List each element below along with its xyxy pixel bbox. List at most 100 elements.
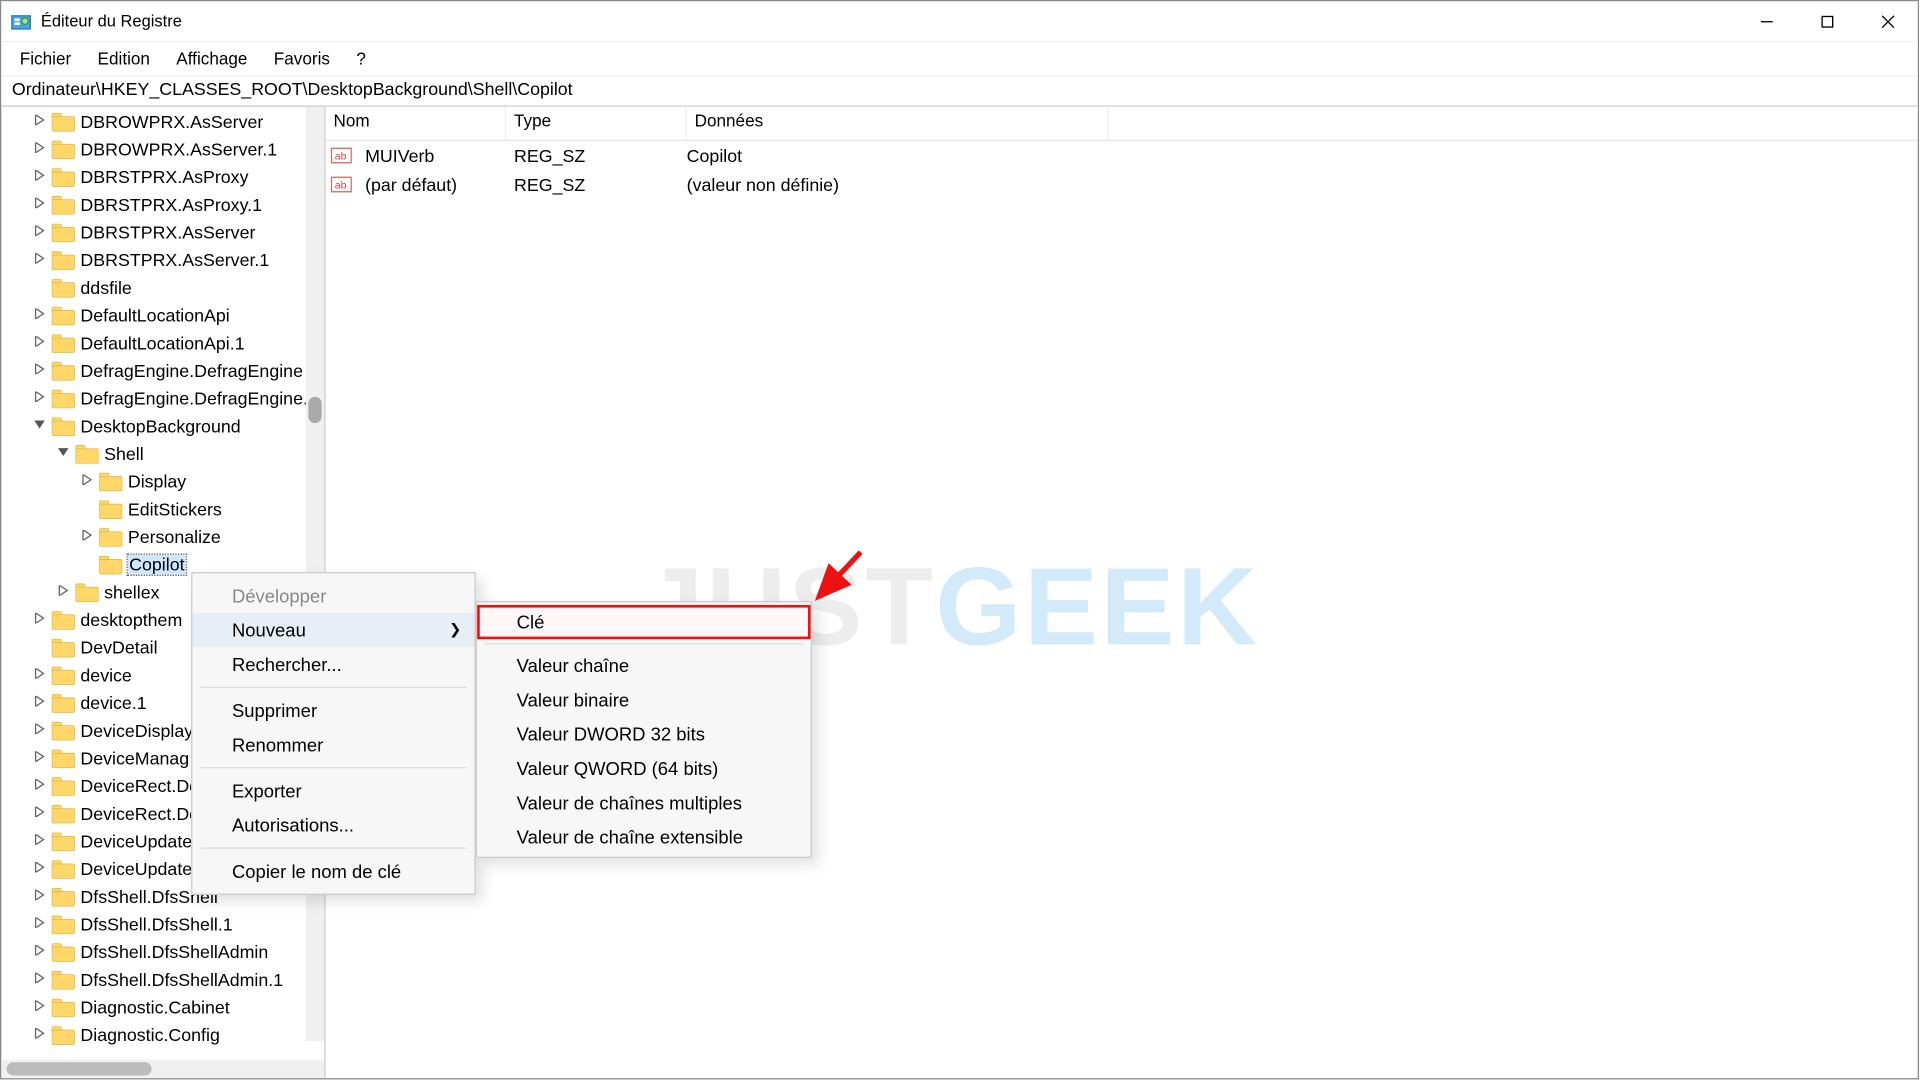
- tree-label: DBRSTPRX.AsProxy.1: [80, 195, 262, 215]
- tree-item[interactable]: Diagnostic.Config: [1, 1021, 324, 1049]
- tree-item[interactable]: Personalize: [1, 523, 324, 551]
- col-type[interactable]: Type: [506, 107, 687, 140]
- address-bar[interactable]: Ordinateur\HKEY_CLASSES_ROOT\DesktopBack…: [1, 75, 1917, 107]
- submenu-item[interactable]: Valeur de chaînes multiples: [477, 786, 810, 820]
- expand-icon[interactable]: [30, 973, 48, 987]
- tree-item[interactable]: Diagnostic.Cabinet: [1, 994, 324, 1022]
- expand-icon[interactable]: [30, 945, 48, 959]
- tree-label: Copilot: [128, 555, 186, 575]
- tree-item[interactable]: DfsShell.DfsShellAdmin: [1, 938, 324, 966]
- context-item[interactable]: Nouveau❯: [192, 613, 474, 647]
- tree-item[interactable]: DfsShell.DfsShellAdmin.1: [1, 966, 324, 994]
- menu-fav[interactable]: Favoris: [261, 45, 344, 73]
- col-data[interactable]: Données: [687, 107, 1109, 140]
- menu-view[interactable]: Affichage: [163, 45, 260, 73]
- tree-label: DefaultLocationApi.1: [80, 333, 244, 353]
- tree-item[interactable]: DefragEngine.DefragEngine.: [1, 385, 324, 413]
- tree-item[interactable]: ddsfile: [1, 274, 324, 302]
- tree-label: DeviceUpdate: [80, 859, 192, 879]
- expand-icon[interactable]: [78, 474, 96, 488]
- expand-icon[interactable]: [78, 530, 96, 544]
- expand-icon[interactable]: [30, 364, 48, 378]
- expand-icon[interactable]: [30, 917, 48, 931]
- expand-icon[interactable]: [30, 724, 48, 738]
- expand-icon[interactable]: [30, 253, 48, 267]
- tree-item[interactable]: DBROWPRX.AsServer: [1, 108, 324, 136]
- app-icon: [11, 11, 32, 32]
- expand-icon[interactable]: [30, 1000, 48, 1014]
- tree-item[interactable]: DefaultLocationApi: [1, 302, 324, 330]
- context-item[interactable]: Autorisations...: [192, 808, 474, 842]
- tree-item[interactable]: DBRSTPRX.AsProxy.1: [1, 191, 324, 219]
- expand-icon[interactable]: [30, 142, 48, 156]
- context-item[interactable]: Rechercher...: [192, 647, 474, 681]
- tree-item[interactable]: DesktopBackground: [1, 413, 324, 441]
- tree-item[interactable]: DefragEngine.DefragEngine: [1, 357, 324, 385]
- expand-icon[interactable]: [54, 442, 72, 462]
- tree-item[interactable]: DBROWPRX.AsServer.1: [1, 136, 324, 164]
- menubar[interactable]: Fichier Edition Affichage Favoris ?: [1, 41, 1917, 75]
- tree-item[interactable]: DBRSTPRX.AsProxy: [1, 163, 324, 191]
- menu-edit[interactable]: Edition: [84, 45, 163, 73]
- titlebar[interactable]: Éditeur du Registre: [1, 1, 1917, 41]
- expand-icon[interactable]: [54, 585, 72, 599]
- context-item[interactable]: Copier le nom de clé: [192, 854, 474, 888]
- tree-label: Diagnostic.Cabinet: [80, 998, 229, 1018]
- submenu-item[interactable]: Valeur QWORD (64 bits): [477, 751, 810, 785]
- context-submenu-new[interactable]: Clé Valeur chaîneValeur binaireValeur DWO…: [476, 601, 812, 858]
- values-pane[interactable]: Nom Type Données abMUIVerbREG_SZCopilota…: [326, 107, 1918, 1078]
- submenu-item[interactable]: Valeur DWORD 32 bits: [477, 717, 810, 751]
- expand-icon[interactable]: [30, 779, 48, 793]
- expand-icon[interactable]: [30, 308, 48, 322]
- tree-item[interactable]: DBRSTPRX.AsServer: [1, 219, 324, 247]
- tree-label: DevDetail: [80, 638, 157, 658]
- expand-icon[interactable]: [30, 751, 48, 765]
- context-menu[interactable]: DévelopperNouveau❯Rechercher...Supprimer…: [191, 572, 476, 895]
- expand-icon[interactable]: [30, 336, 48, 350]
- value-data: Copilot: [679, 146, 750, 166]
- chevron-right-icon: ❯: [449, 621, 461, 638]
- value-row[interactable]: abMUIVerbREG_SZCopilot: [326, 141, 1918, 170]
- value-list-header[interactable]: Nom Type Données: [326, 107, 1918, 141]
- expand-icon[interactable]: [30, 225, 48, 239]
- expand-icon[interactable]: [30, 696, 48, 710]
- tree-label: desktopthem: [80, 610, 182, 630]
- minimize-button[interactable]: [1736, 1, 1797, 41]
- tree-label: DesktopBackground: [80, 416, 240, 436]
- expand-icon[interactable]: [30, 198, 48, 212]
- expand-icon[interactable]: [30, 1028, 48, 1042]
- expand-icon[interactable]: [30, 807, 48, 821]
- tree-label: ddsfile: [80, 278, 131, 298]
- expand-icon[interactable]: [30, 862, 48, 876]
- tree-label: DBRSTPRX.AsServer: [80, 223, 255, 243]
- expand-icon[interactable]: [30, 414, 48, 434]
- expand-icon[interactable]: [30, 170, 48, 184]
- submenu-item[interactable]: Valeur binaire: [477, 683, 810, 717]
- value-row[interactable]: ab(par défaut)REG_SZ(valeur non définie): [326, 170, 1918, 199]
- expand-icon[interactable]: [30, 391, 48, 405]
- menu-help[interactable]: ?: [343, 45, 379, 73]
- tree-item[interactable]: Shell: [1, 440, 324, 468]
- expand-icon[interactable]: [30, 613, 48, 627]
- tree-hscrollbar[interactable]: [1, 1060, 324, 1078]
- context-item[interactable]: Supprimer: [192, 693, 474, 727]
- expand-icon[interactable]: [30, 115, 48, 129]
- context-item[interactable]: Exporter: [192, 774, 474, 808]
- col-name[interactable]: Nom: [326, 107, 507, 140]
- tree-item[interactable]: DfsShell.DfsShell.1: [1, 911, 324, 939]
- menu-file[interactable]: Fichier: [7, 45, 85, 73]
- close-button[interactable]: [1857, 1, 1918, 41]
- tree-item[interactable]: DefaultLocationApi.1: [1, 330, 324, 358]
- tree-item[interactable]: Display: [1, 468, 324, 496]
- expand-icon[interactable]: [30, 834, 48, 848]
- expand-icon[interactable]: [30, 890, 48, 904]
- tree-label: DfsShell.DfsShellAdmin: [80, 942, 268, 962]
- submenu-item[interactable]: Clé: [477, 605, 810, 639]
- tree-item[interactable]: DBRSTPRX.AsServer.1: [1, 246, 324, 274]
- tree-item[interactable]: EditStickers: [1, 496, 324, 524]
- maximize-button[interactable]: [1796, 1, 1857, 41]
- context-item[interactable]: Renommer: [192, 728, 474, 762]
- submenu-item[interactable]: Valeur de chaîne extensible: [477, 820, 810, 854]
- submenu-item[interactable]: Valeur chaîne: [477, 648, 810, 682]
- expand-icon[interactable]: [30, 668, 48, 682]
